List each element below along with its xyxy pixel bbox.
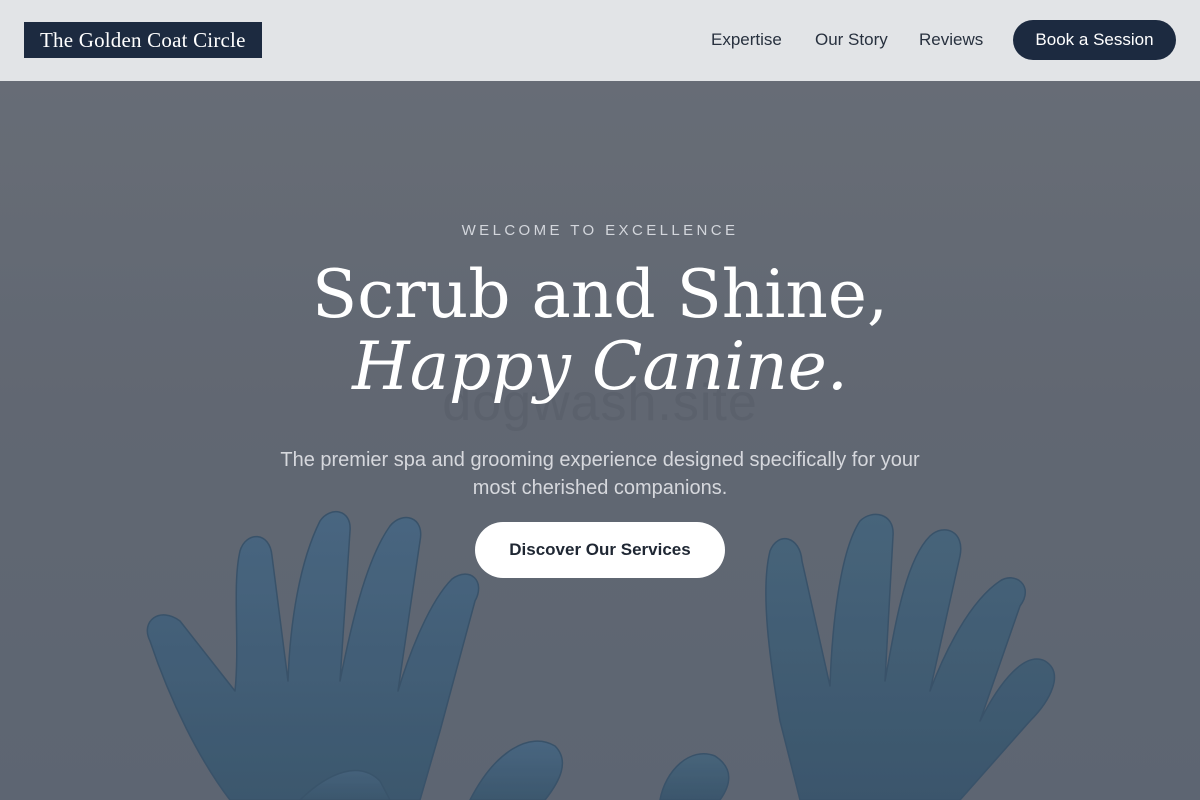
book-session-button[interactable]: Book a Session bbox=[1013, 20, 1176, 60]
nav-link-our-story[interactable]: Our Story bbox=[815, 28, 888, 52]
hero-subtext: The premier spa and grooming experience … bbox=[280, 449, 920, 499]
site-header: The Golden Coat Circle Expertise Our Sto… bbox=[0, 0, 1200, 81]
hero-section: dogwash.site WELCOME TO EXCELLENCE Scrub… bbox=[0, 81, 1200, 800]
headline-line-1: Scrub and Shine, bbox=[312, 256, 888, 333]
discover-services-button[interactable]: Discover Our Services bbox=[475, 522, 725, 578]
hero-eyebrow: WELCOME TO EXCELLENCE bbox=[461, 222, 739, 239]
site-logo[interactable]: The Golden Coat Circle bbox=[24, 22, 262, 58]
nav-link-reviews[interactable]: Reviews bbox=[919, 28, 983, 52]
headline-line-2: Happy Canine. bbox=[352, 328, 848, 405]
nav-link-expertise[interactable]: Expertise bbox=[711, 28, 782, 52]
hero-overlay bbox=[0, 81, 1200, 800]
hero-headline: Scrub and Shine, Happy Canine. bbox=[0, 259, 1200, 403]
